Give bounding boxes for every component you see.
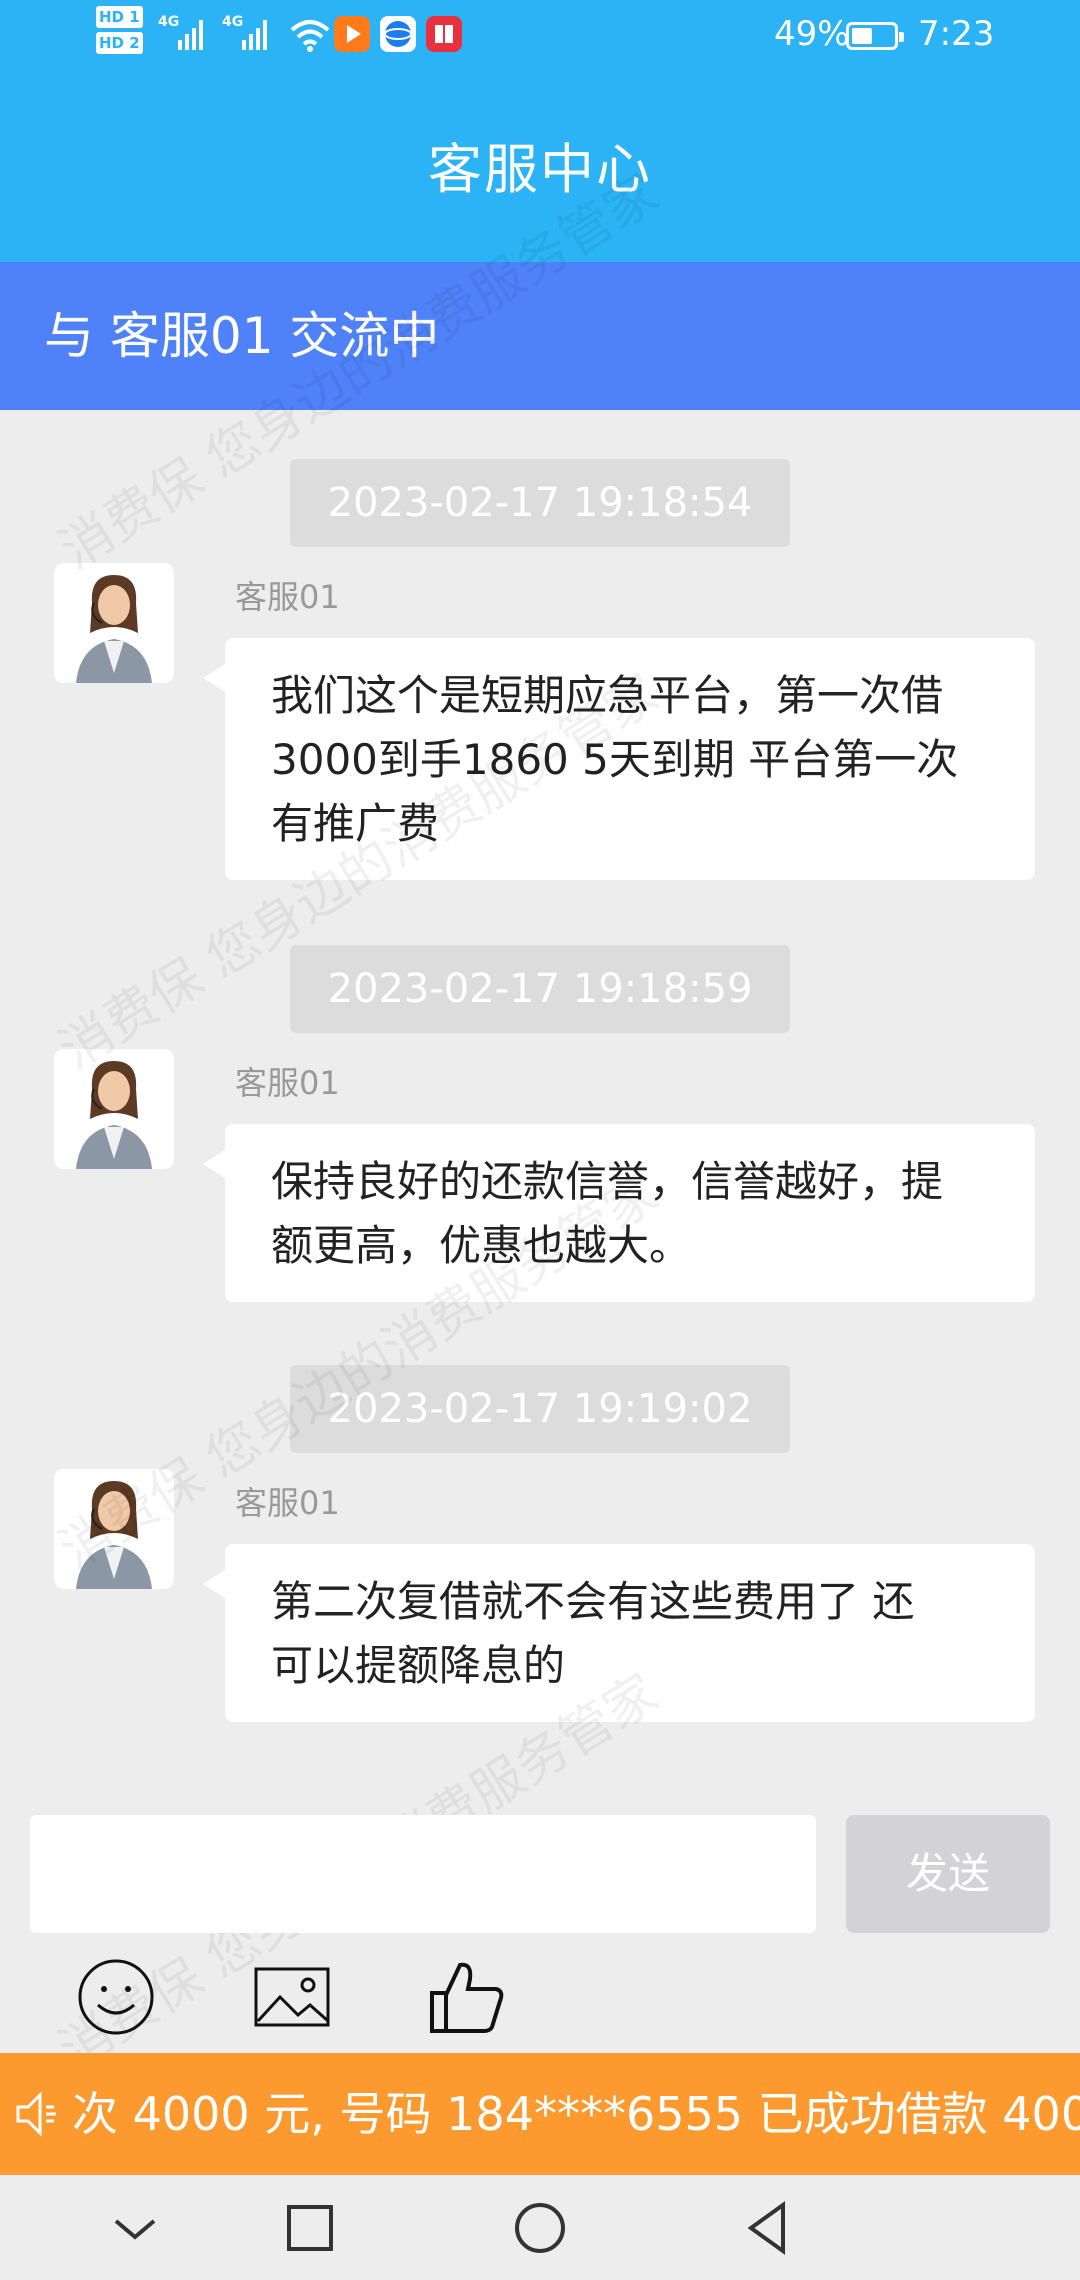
network-type-2: 4G <box>222 14 244 30</box>
announcement-ticker: 次 4000 元, 号码 184****6555 已成功借款 4000 <box>0 2053 1080 2175</box>
dual-sim-indicator: HD 1 HD 2 <box>96 6 143 58</box>
message-line: 可以提额降息的 <box>271 1641 566 1690</box>
message-line: 我们这个是短期应急平台，第一次借 <box>271 671 944 720</box>
message-line: 保持良好的还款信誉，信誉越好，提 <box>271 1157 944 1206</box>
session-banner: 与 客服01 交流中 <box>0 262 1080 410</box>
emoji-icon[interactable] <box>74 1955 158 2039</box>
hd2-badge: HD 2 <box>96 32 143 54</box>
video-app-icon <box>334 16 370 52</box>
image-icon[interactable] <box>250 1955 334 2039</box>
message-bubble: 第二次复借就不会有这些费用了 还 可以提额降息的 <box>203 1544 1035 1722</box>
message-input[interactable] <box>30 1815 816 1933</box>
message-timestamp: 2023-02-17 19:18:54 <box>290 459 790 547</box>
network-type-1: 4G <box>158 14 180 30</box>
session-status: 与 客服01 交流中 <box>44 307 440 365</box>
message-timestamp: 2023-02-17 19:18:59 <box>290 945 790 1033</box>
sender-name: 客服01 <box>235 1484 340 1522</box>
sender-name: 客服01 <box>235 578 340 616</box>
browser-app-icon <box>380 16 416 52</box>
system-nav-bar <box>0 2175 1080 2280</box>
hd1-badge: HD 1 <box>96 6 143 28</box>
clock: 7:23 <box>918 14 995 54</box>
page-title: 客服中心 <box>428 138 652 201</box>
wifi-icon <box>290 20 330 52</box>
recents-icon[interactable] <box>275 2193 345 2263</box>
signal-icon <box>178 16 203 50</box>
send-button[interactable]: 发送 <box>846 1815 1050 1933</box>
speaker-icon <box>16 2091 56 2137</box>
battery-percent: 49% <box>774 14 850 54</box>
app-header: 客服中心 <box>0 70 1080 262</box>
message-bubble: 我们这个是短期应急平台，第一次借 3000到手1860 5天到期 平台第一次 有… <box>203 638 1035 880</box>
home-icon[interactable] <box>505 2193 575 2263</box>
message-line: 额更高，优惠也越大。 <box>271 1221 692 1270</box>
status-bar: HD 1 HD 2 4G 4G 49% 7:23 <box>0 0 1080 70</box>
reader-app-icon <box>426 16 462 52</box>
chevron-down-icon[interactable] <box>100 2193 170 2263</box>
ticker-text: 次 4000 元, 号码 184****6555 已成功借款 4000 <box>72 2087 1080 2141</box>
back-icon[interactable] <box>733 2193 803 2263</box>
avatar[interactable] <box>54 1049 174 1169</box>
message-line: 第二次复借就不会有这些费用了 还 <box>271 1577 915 1626</box>
sender-name: 客服01 <box>235 1064 340 1102</box>
message-timestamp: 2023-02-17 19:19:02 <box>290 1365 790 1453</box>
avatar[interactable] <box>54 1469 174 1589</box>
avatar[interactable] <box>54 563 174 683</box>
message-bubble: 保持良好的还款信誉，信誉越好，提 额更高，优惠也越大。 <box>203 1124 1035 1302</box>
thumbs-up-icon[interactable] <box>424 1955 508 2039</box>
message-line: 3000到手1860 5天到期 平台第一次 <box>271 735 959 784</box>
message-line: 有推广费 <box>271 799 440 848</box>
signal-icon <box>242 16 267 50</box>
battery-icon <box>846 22 904 50</box>
